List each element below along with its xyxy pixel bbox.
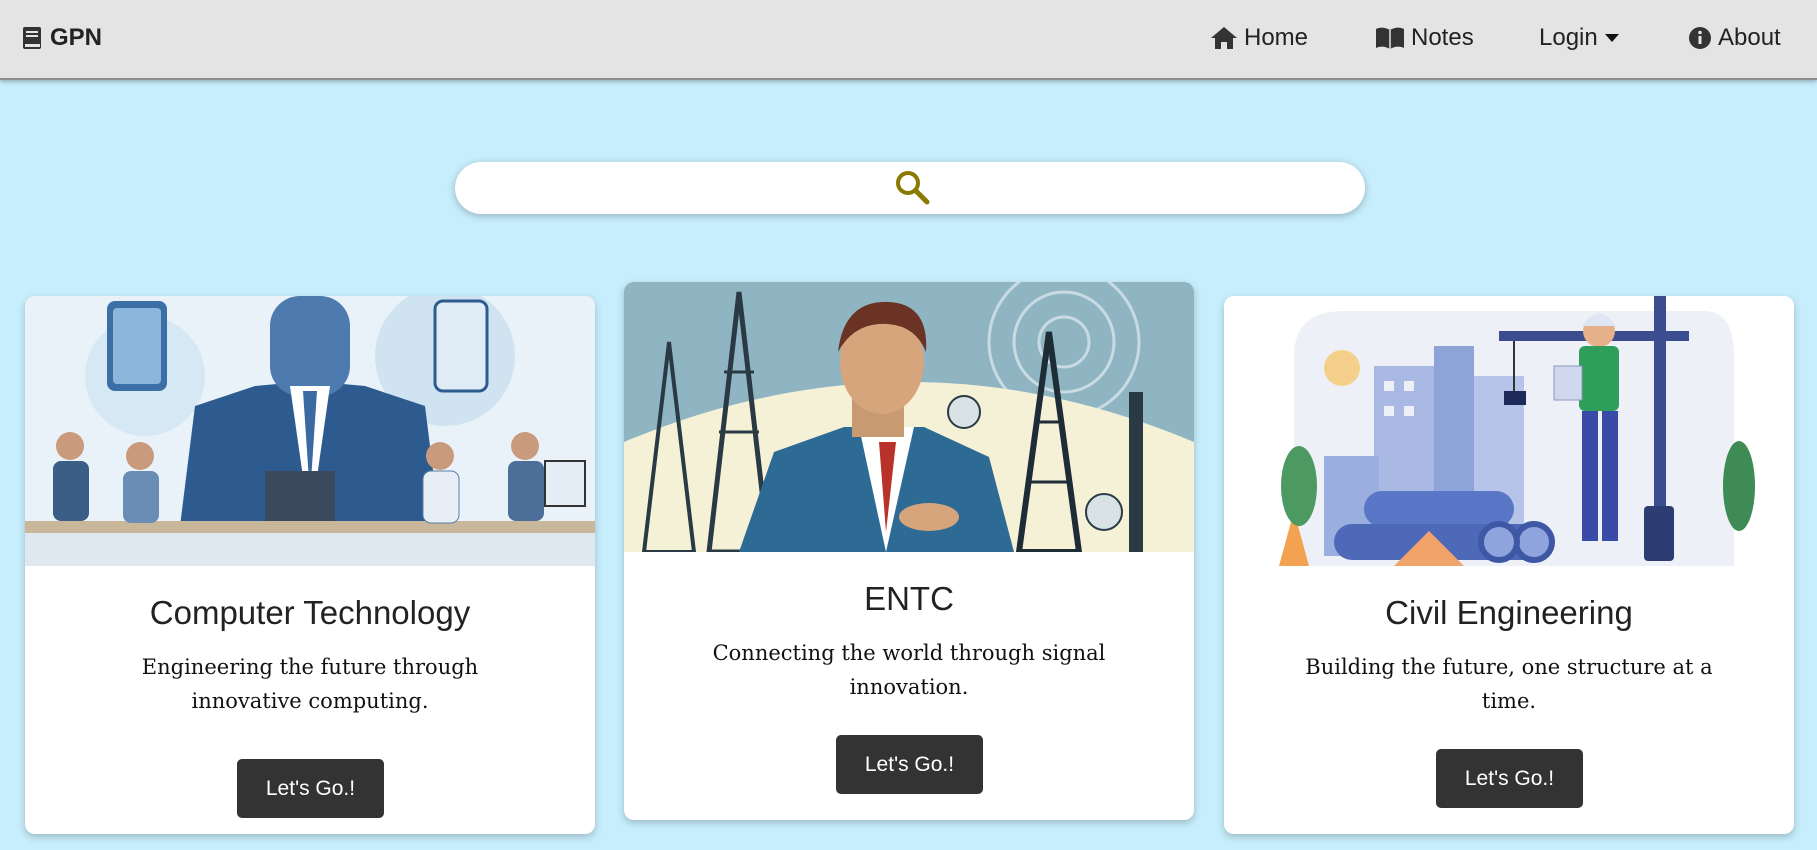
course-card-entc: ENTC Connecting the world through signal…	[624, 282, 1194, 820]
lets-go-button-civil-engineering[interactable]: Let's Go.!	[1436, 749, 1583, 808]
home-icon	[1210, 26, 1238, 50]
card-title: Civil Engineering	[1385, 594, 1633, 631]
card-title: ENTC	[864, 580, 954, 617]
civil-engineering-illustration	[1224, 296, 1794, 566]
open-book-icon	[1375, 26, 1405, 50]
card-description: Connecting the world through signal inno…	[712, 641, 1106, 699]
nav-home[interactable]: Home	[1210, 24, 1308, 52]
search-icon[interactable]	[893, 168, 931, 206]
brand-link[interactable]: GPN	[22, 24, 102, 52]
card-description: Engineering the future through innovativ…	[141, 655, 479, 713]
card-title: Computer Technology	[149, 594, 471, 631]
brand-label: GPN	[50, 24, 103, 51]
lets-go-button-entc[interactable]: Let's Go.!	[836, 735, 983, 794]
nav-about-label: About	[1718, 24, 1781, 51]
computer-technology-illustration	[25, 296, 595, 566]
nav-login-label: Login	[1539, 24, 1598, 51]
nav-about[interactable]: About	[1688, 24, 1781, 52]
course-card-computer-technology: Computer Technology Engineering the futu…	[25, 296, 595, 834]
book-icon	[22, 26, 42, 50]
lets-go-button-computer-technology[interactable]: Let's Go.!	[237, 759, 384, 818]
nav-notes[interactable]: Notes	[1375, 24, 1474, 52]
navbar: GPN Home Notes Login About	[0, 0, 1817, 80]
nav-login-dropdown[interactable]: Login	[1539, 24, 1620, 52]
nav-notes-label: Notes	[1411, 24, 1474, 51]
info-icon	[1688, 26, 1712, 50]
caret-down-icon	[1604, 33, 1620, 43]
nav-home-label: Home	[1244, 24, 1309, 51]
entc-illustration	[624, 282, 1194, 552]
card-description: Building the future, one structure at a …	[1305, 655, 1713, 713]
course-card-civil-engineering: Civil Engineering Building the future, o…	[1224, 296, 1794, 834]
